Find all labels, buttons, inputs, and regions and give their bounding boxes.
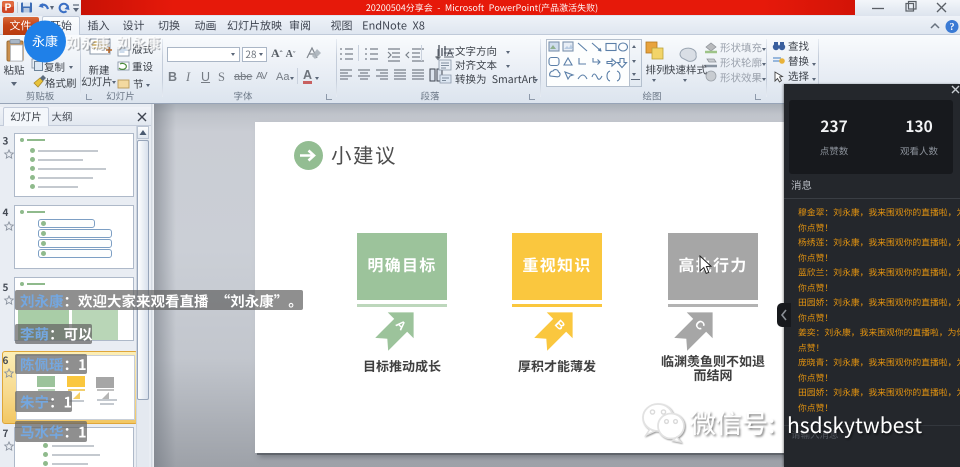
svg-text:P: P	[5, 3, 12, 14]
svg-text:A: A	[447, 48, 453, 58]
svg-text:?: ?	[950, 22, 955, 33]
